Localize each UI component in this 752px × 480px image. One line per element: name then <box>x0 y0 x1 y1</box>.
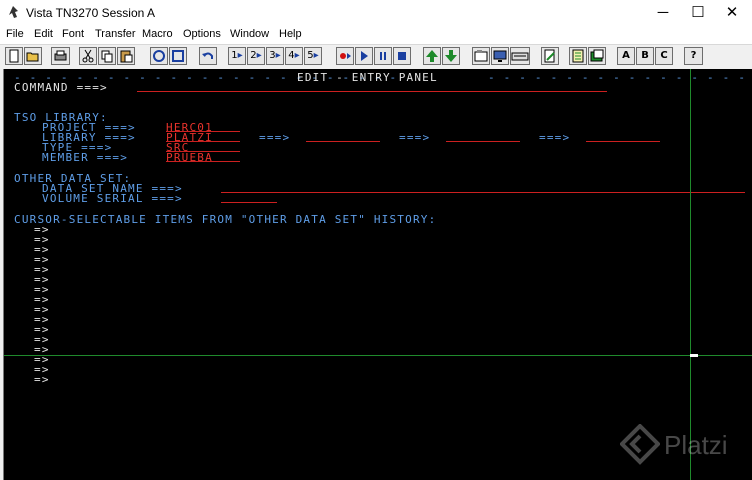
member-input[interactable] <box>166 161 240 162</box>
notepad-button[interactable] <box>569 47 587 65</box>
toolbar: 1▸ 2▸ 3▸ 4▸ 5▸ A B C ? <box>0 44 752 69</box>
library-arrow-3: ===> <box>399 131 431 144</box>
open-file-button[interactable] <box>24 47 42 65</box>
menu-options[interactable]: Options <box>183 28 221 40</box>
menu-font[interactable]: Font <box>62 28 84 40</box>
macro-5-button[interactable]: 5▸ <box>304 47 322 65</box>
crosshair-horizontal <box>4 355 752 356</box>
help-button[interactable]: ? <box>684 47 703 65</box>
menu-bar: File Edit Font Transfer Macro Options Wi… <box>0 26 752 44</box>
window-title: Vista TN3270 Session A <box>26 6 155 20</box>
reconnect-icon <box>172 50 184 62</box>
refresh-button[interactable] <box>150 47 168 65</box>
pencil-icon <box>544 49 555 63</box>
stop-button[interactable] <box>393 47 411 65</box>
menu-file[interactable]: File <box>6 28 24 40</box>
key-b-button[interactable]: B <box>636 47 654 65</box>
pause-icon <box>380 52 386 60</box>
folder-icon <box>26 52 39 62</box>
menu-help[interactable]: Help <box>279 28 302 40</box>
macro-4-button[interactable]: 4▸ <box>285 47 303 65</box>
menu-macro[interactable]: Macro <box>142 28 173 40</box>
keyboard-icon <box>511 52 529 61</box>
crosshair-vertical <box>690 69 691 480</box>
record-button[interactable] <box>336 47 354 65</box>
arrow-up-icon <box>426 50 438 62</box>
reconnect-button[interactable] <box>169 47 187 65</box>
panel-header-dashes-right: - - - - - - - - - - - - - - - - - - - - … <box>488 71 747 84</box>
edit-macro-button[interactable] <box>541 47 559 65</box>
notepad-icon <box>572 49 584 63</box>
scissors-icon <box>82 49 94 63</box>
history-header: CURSOR-SELECTABLE ITEMS FROM "OTHER DATA… <box>14 213 437 226</box>
monitor-icon <box>493 50 507 62</box>
menu-edit[interactable]: Edit <box>34 28 53 40</box>
printer-icon <box>54 50 67 61</box>
stop-icon <box>398 52 406 60</box>
library-arrow-4: ===> <box>539 131 571 144</box>
pause-button[interactable] <box>374 47 392 65</box>
member-label: MEMBER ===> <box>42 151 129 164</box>
menu-transfer[interactable]: Transfer <box>95 28 136 40</box>
volume-serial-label: VOLUME SERIAL ===> <box>42 192 183 205</box>
play-button[interactable] <box>355 47 373 65</box>
undo-button[interactable] <box>199 47 217 65</box>
keyboard-map-button[interactable] <box>510 47 530 65</box>
text-cursor <box>690 354 698 357</box>
key-c-button[interactable]: C <box>655 47 673 65</box>
library-arrow-2: ===> <box>259 131 291 144</box>
display-settings-button[interactable] <box>491 47 509 65</box>
command-input[interactable] <box>137 91 607 92</box>
properties-icon <box>474 50 488 62</box>
terminal-screen[interactable]: - - - - - - - - - - - - - - - - - - - - … <box>3 69 752 480</box>
library-input-2[interactable] <box>306 141 380 142</box>
log-button[interactable] <box>588 47 606 65</box>
close-button[interactable]: ✕ <box>712 0 752 26</box>
new-file-button[interactable] <box>5 47 23 65</box>
play-icon <box>361 51 368 61</box>
panel-title: EDIT - ENTRY PANEL <box>297 71 438 84</box>
undo-icon <box>202 52 213 59</box>
paste-button[interactable] <box>117 47 135 65</box>
session-properties-button[interactable] <box>472 47 490 65</box>
record-icon <box>340 53 351 59</box>
print-button[interactable] <box>51 47 70 65</box>
app-icon <box>9 6 18 18</box>
log-icon <box>590 49 604 62</box>
platzi-logo-icon <box>620 424 660 465</box>
library-input-3[interactable] <box>446 141 520 142</box>
command-label: COMMAND ===> <box>14 81 108 94</box>
cut-button[interactable] <box>79 47 97 65</box>
platzi-watermark: Platzi <box>620 420 750 472</box>
library-input-4[interactable] <box>586 141 660 142</box>
macro-3-button[interactable]: 3▸ <box>266 47 284 65</box>
macro-2-button[interactable]: 2▸ <box>247 47 265 65</box>
upload-button[interactable] <box>423 47 441 65</box>
arrow-down-icon <box>445 50 457 62</box>
copy-icon <box>101 50 113 63</box>
volume-serial-input[interactable] <box>221 202 277 203</box>
title-bar: Vista TN3270 Session A ─ ☐ ✕ <box>0 0 752 26</box>
refresh-icon <box>153 50 165 62</box>
paste-icon <box>120 50 133 63</box>
data-set-name-input[interactable] <box>221 192 745 193</box>
download-button[interactable] <box>442 47 460 65</box>
watermark-text: Platzi <box>664 430 728 460</box>
macro-1-button[interactable]: 1▸ <box>228 47 246 65</box>
key-a-button[interactable]: A <box>617 47 635 65</box>
new-file-icon <box>9 49 19 63</box>
history-item[interactable]: => <box>34 374 50 385</box>
copy-button[interactable] <box>98 47 116 65</box>
menu-window[interactable]: Window <box>230 28 269 40</box>
